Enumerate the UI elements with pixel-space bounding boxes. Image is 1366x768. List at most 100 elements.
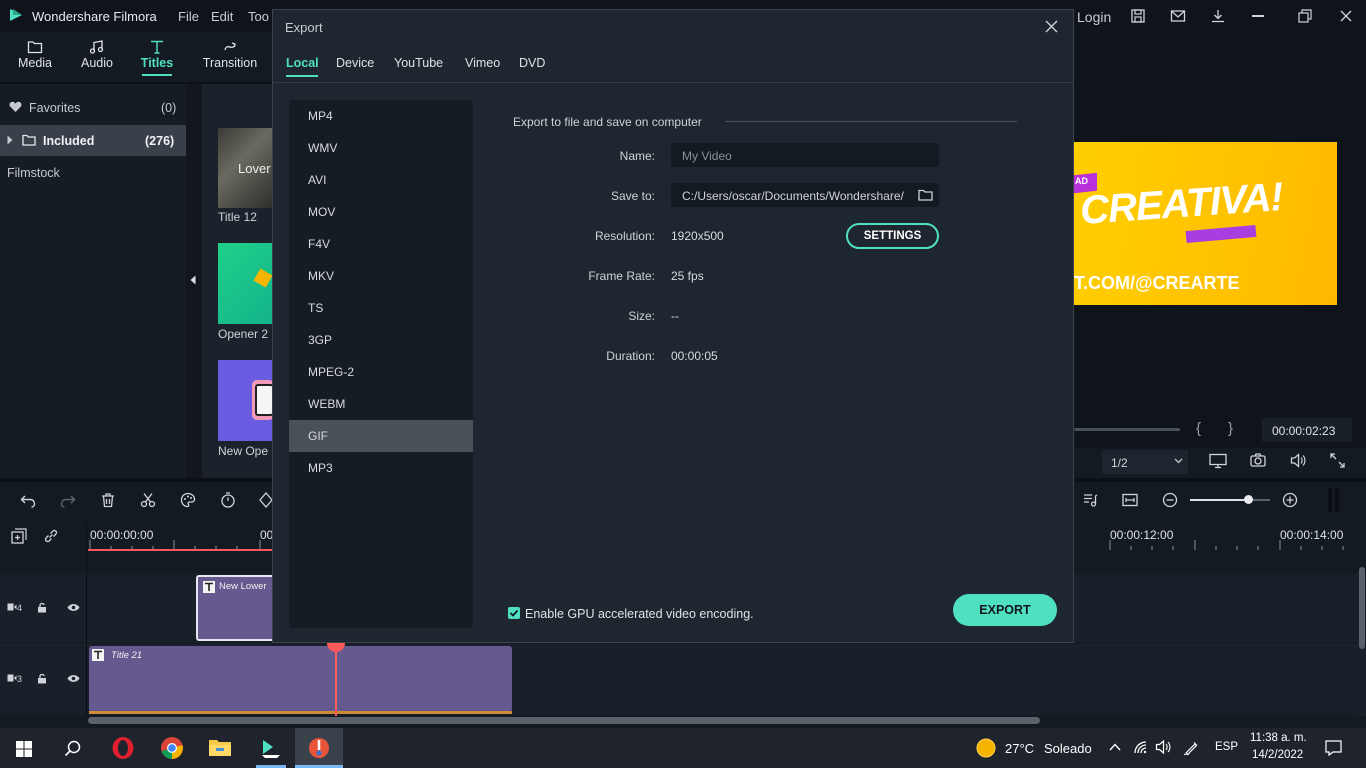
thumbnail-opener-2[interactable] <box>218 243 274 324</box>
zoom-in-icon[interactable] <box>1282 492 1298 508</box>
redo-icon[interactable] <box>60 493 76 509</box>
menu-file[interactable]: File <box>178 9 199 24</box>
color-palette-icon[interactable] <box>180 492 196 508</box>
keyframe-icon[interactable] <box>258 492 272 508</box>
undo-icon[interactable] <box>20 493 36 509</box>
clock-time[interactable]: 11:38 a. m. <box>1250 732 1307 744</box>
tab-device[interactable]: Device <box>336 56 374 70</box>
taskbar-filmora-app[interactable] <box>248 728 294 768</box>
close-icon[interactable] <box>1045 20 1058 33</box>
display-icon[interactable] <box>1209 453 1227 469</box>
browse-folder-icon[interactable] <box>918 189 933 201</box>
format-wmv[interactable]: WMV <box>289 132 473 164</box>
delete-icon[interactable] <box>100 492 116 508</box>
add-track-icon[interactable] <box>11 528 27 544</box>
eye-icon[interactable] <box>67 603 80 612</box>
format-mp3[interactable]: MP3 <box>289 452 473 484</box>
search-icon[interactable] <box>64 740 81 757</box>
format-f4v[interactable]: F4V <box>289 228 473 260</box>
tab-youtube[interactable]: YouTube <box>394 56 443 70</box>
clip-new-lower[interactable]: New Lower <box>196 575 276 641</box>
format-mov[interactable]: MOV <box>289 196 473 228</box>
tab-audio[interactable]: Audio <box>66 32 128 82</box>
weather-temp[interactable]: 27°C <box>1005 741 1034 756</box>
gpu-checkbox[interactable] <box>508 607 520 619</box>
link-icon[interactable] <box>43 528 59 544</box>
mark-out-icon[interactable]: } <box>1228 420 1233 437</box>
format-3gp[interactable]: 3GP <box>289 324 473 356</box>
fit-timeline-icon[interactable] <box>1122 493 1138 507</box>
clock-date[interactable]: 14/2/2022 <box>1252 749 1303 761</box>
format-avi[interactable]: AVI <box>289 164 473 196</box>
minimize-icon[interactable] <box>1252 15 1264 17</box>
collapse-arrow-icon[interactable] <box>190 275 196 285</box>
name-input[interactable]: My Video <box>671 143 939 167</box>
chevron-up-icon[interactable] <box>1109 743 1121 751</box>
format-mp4[interactable]: MP4 <box>289 100 473 132</box>
audio-mixer-icon[interactable] <box>1082 492 1098 508</box>
mark-in-icon[interactable]: { <box>1196 420 1201 437</box>
thumbnail-new-opener[interactable] <box>218 360 274 441</box>
lock-icon[interactable] <box>37 673 47 684</box>
weather-desc[interactable]: Soleado <box>1044 741 1092 756</box>
windows-start-icon[interactable] <box>16 741 32 757</box>
format-gif[interactable]: GIF <box>289 420 473 452</box>
volume-icon[interactable] <box>1290 453 1306 468</box>
tab-titles[interactable]: Titles <box>126 32 188 82</box>
zoom-out-icon[interactable] <box>1162 492 1178 508</box>
chrome-browser-icon[interactable] <box>160 736 184 760</box>
export-button[interactable]: EXPORT <box>953 594 1057 626</box>
format-mpeg2[interactable]: MPEG-2 <box>289 356 473 388</box>
weather-sun-icon[interactable] <box>976 738 996 758</box>
expand-arrow-icon[interactable] <box>7 135 13 145</box>
main-nav-tabs: Media Audio Titles Transition <box>0 32 272 82</box>
speaker-icon[interactable] <box>1155 740 1171 754</box>
menu-edit[interactable]: Edit <box>211 9 233 24</box>
eye-icon[interactable] <box>67 674 80 683</box>
login-link[interactable]: Login <box>1077 9 1111 25</box>
window-close-icon[interactable] <box>1339 9 1353 23</box>
tab-local[interactable]: Local <box>286 56 319 70</box>
fullscreen-icon[interactable] <box>1330 453 1345 468</box>
preview-quality-select[interactable]: 1/2 <box>1102 450 1188 474</box>
pause-bar-icon[interactable] <box>1328 488 1332 512</box>
restore-icon[interactable] <box>1298 9 1312 23</box>
library-filmstock[interactable]: Filmstock <box>0 157 186 188</box>
mail-icon[interactable] <box>1170 8 1186 24</box>
input-language[interactable]: ESP <box>1215 741 1238 753</box>
camera-icon[interactable] <box>1250 453 1266 468</box>
opera-browser-icon[interactable] <box>111 736 135 760</box>
vertical-scrollbar[interactable] <box>1359 567 1365 649</box>
preview-progress-bar[interactable] <box>1074 428 1180 431</box>
zoom-slider[interactable] <box>1190 495 1270 504</box>
tab-media[interactable]: Media <box>4 32 66 82</box>
clip-title-21[interactable]: Title 21 <box>89 646 512 712</box>
menu-tools[interactable]: Too <box>248 9 269 24</box>
scissors-icon[interactable] <box>140 492 156 508</box>
thumbnail-title-12[interactable]: Lover <box>218 128 274 208</box>
panel-splitter[interactable] <box>186 84 202 478</box>
tab-transition[interactable]: Transition <box>196 32 264 82</box>
playhead[interactable] <box>335 642 337 716</box>
settings-button[interactable]: SETTINGS <box>846 223 939 249</box>
wifi-icon[interactable] <box>1133 740 1149 754</box>
zoom-slider-handle[interactable] <box>1244 495 1253 504</box>
notifications-icon[interactable] <box>1325 740 1342 756</box>
format-mkv[interactable]: MKV <box>289 260 473 292</box>
lock-icon[interactable] <box>37 602 47 613</box>
download-icon[interactable] <box>1210 8 1226 24</box>
playhead-range <box>88 549 272 551</box>
file-explorer-icon[interactable] <box>208 738 232 758</box>
tab-vimeo[interactable]: Vimeo <box>465 56 500 70</box>
format-ts[interactable]: TS <box>289 292 473 324</box>
speed-timer-icon[interactable] <box>220 492 236 508</box>
library-included[interactable]: Included (276) <box>0 125 186 156</box>
format-webm[interactable]: WEBM <box>289 388 473 420</box>
taskbar-active-app[interactable] <box>295 728 343 768</box>
horizontal-scrollbar[interactable] <box>88 717 1040 724</box>
pen-icon[interactable] <box>1183 740 1199 756</box>
save-icon[interactable] <box>1130 8 1146 24</box>
saveto-input[interactable]: C:/Users/oscar/Documents/Wondershare/ <box>671 183 939 207</box>
tab-dvd[interactable]: DVD <box>519 56 545 70</box>
library-favorites[interactable]: Favorites (0) <box>0 93 186 124</box>
